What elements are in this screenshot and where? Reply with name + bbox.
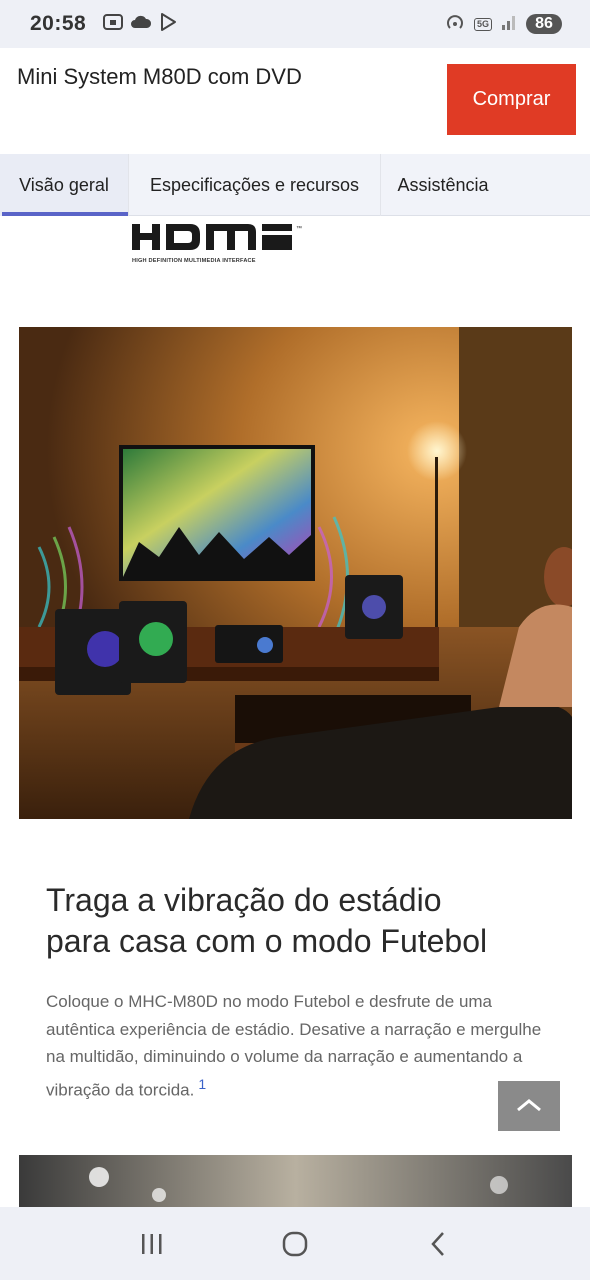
signal-icon	[500, 13, 518, 36]
back-icon[interactable]	[408, 1214, 468, 1274]
chevron-up-icon	[515, 1097, 543, 1116]
tab-overview[interactable]: Visão geral	[0, 154, 129, 216]
stadium-image	[19, 1155, 572, 1215]
tab-specifications[interactable]: Especificações e recursos	[129, 154, 381, 216]
status-bar: 20:58 5G 86	[0, 0, 590, 48]
back-to-top-button[interactable]	[498, 1081, 560, 1131]
system-nav-bar	[0, 1207, 590, 1280]
svg-text:HIGH DEFINITION MULTIMEDIA INT: HIGH DEFINITION MULTIMEDIA INTERFACE	[132, 258, 256, 264]
section-headline: Traga a vibração do estádio para casa co…	[46, 880, 546, 962]
product-hero-image	[19, 327, 572, 819]
section-body: Coloque o MHC-M80D no modo Futebol e des…	[46, 988, 551, 1104]
footnote-link[interactable]: 1	[198, 1076, 206, 1092]
svg-text:™: ™	[296, 225, 302, 232]
screen-record-icon	[102, 12, 124, 37]
headline-line-2: para casa com o modo Futebol	[46, 923, 488, 959]
hdmi-logo: ™ HIGH DEFINITION MULTIMEDIA INTERFACE	[130, 222, 305, 268]
recent-apps-icon[interactable]	[122, 1214, 182, 1274]
product-title: Mini System M80D com DVD	[17, 64, 302, 89]
cloud-icon	[130, 14, 152, 35]
headline-line-1: Traga a vibração do estádio	[46, 882, 442, 918]
play-store-icon	[158, 12, 178, 37]
tab-bar: Visão geral Especificações e recursos As…	[0, 154, 590, 216]
home-icon[interactable]	[265, 1214, 325, 1274]
section-body-text: Coloque o MHC-M80D no modo Futebol e des…	[46, 992, 542, 1100]
buy-button[interactable]: Comprar	[447, 64, 576, 135]
tab-support[interactable]: Assistência	[381, 154, 505, 216]
battery-icon: 86	[526, 14, 562, 34]
hotspot-icon	[444, 11, 466, 38]
status-time: 20:58	[30, 12, 87, 35]
5g-icon: 5G	[473, 17, 492, 31]
product-header: Mini System M80D com DVD Comprar	[0, 48, 590, 154]
